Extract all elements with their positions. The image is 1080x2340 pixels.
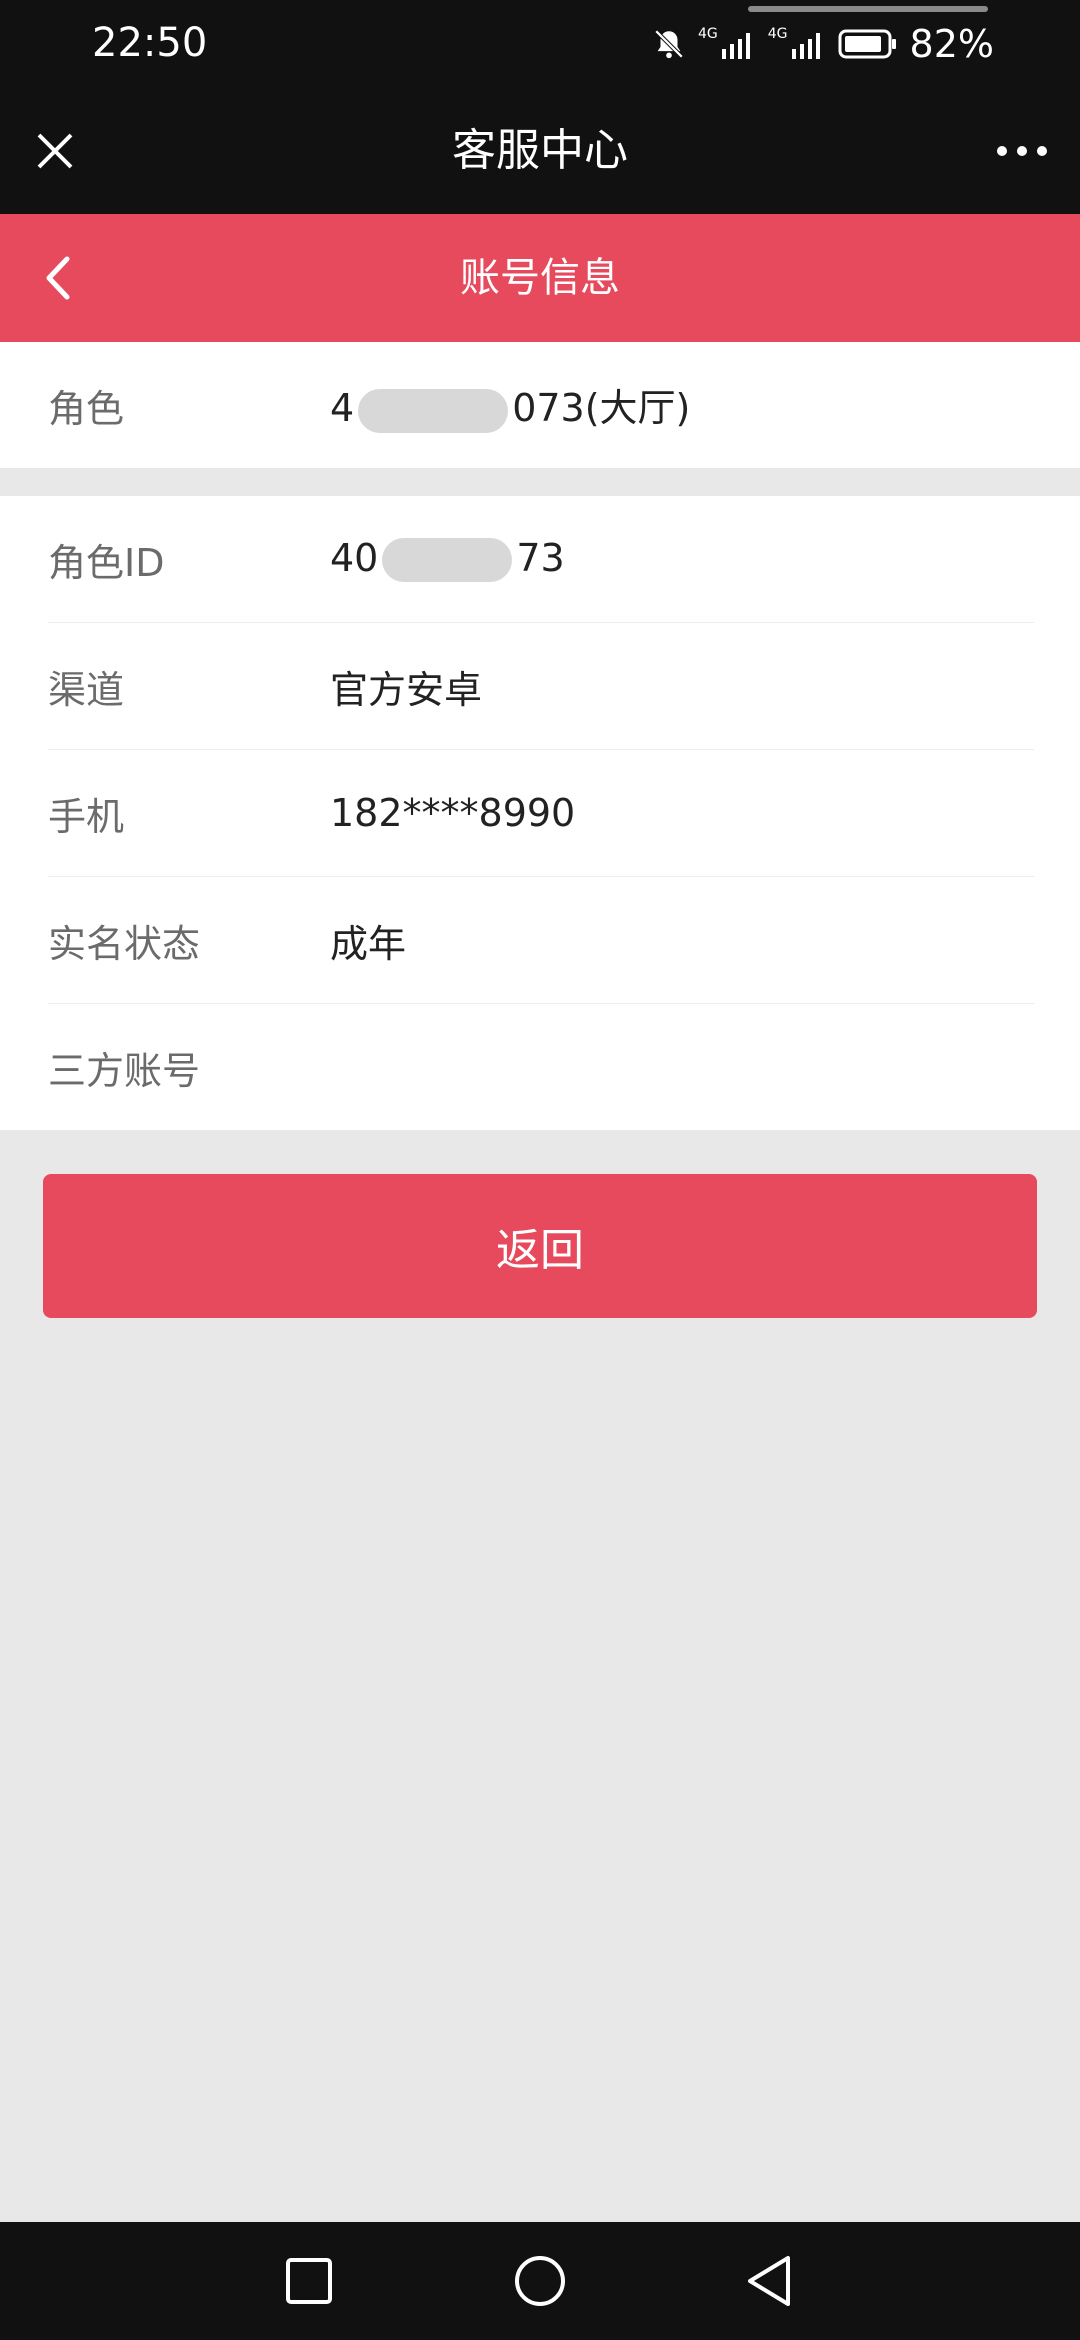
page-title: 账号信息 bbox=[460, 255, 620, 301]
notch-pill bbox=[748, 6, 988, 12]
more-button[interactable] bbox=[990, 124, 1054, 178]
role-value-prefix: 4 bbox=[330, 386, 355, 431]
nav-back-button[interactable] bbox=[736, 2248, 802, 2314]
chevron-left-icon bbox=[46, 256, 70, 300]
page-header: 账号信息 bbox=[0, 214, 1080, 342]
network-type-label: 4G bbox=[698, 26, 718, 42]
info-row-role: 角色 4 073(大厅) bbox=[48, 342, 1034, 468]
status-icons: 4G 4G 82% bbox=[640, 22, 994, 66]
square-icon bbox=[286, 2258, 332, 2304]
triangle-back-icon bbox=[748, 2256, 790, 2306]
bell-off-icon bbox=[652, 27, 686, 61]
details-section: 角色ID 40 73 渠道 官方安卓 手机 182****8990 实名状态 成年… bbox=[0, 496, 1080, 1130]
redaction-blur bbox=[358, 388, 509, 433]
phone-label: 手机 bbox=[48, 794, 125, 839]
info-row-role-id: 角色ID 40 73 bbox=[48, 496, 1034, 623]
info-row-channel: 渠道 官方安卓 bbox=[48, 623, 1034, 750]
mini-program-title: 客服中心 bbox=[452, 125, 628, 176]
realname-status-value: 成年 bbox=[330, 921, 407, 966]
info-row-phone: 手机 182****8990 bbox=[48, 750, 1034, 877]
signal-icon: 4G bbox=[698, 26, 756, 59]
back-button[interactable] bbox=[28, 248, 88, 308]
role-value: 4 073(大厅) bbox=[330, 377, 690, 433]
battery-icon bbox=[838, 28, 898, 60]
circle-icon bbox=[515, 2256, 565, 2306]
phone-value: 182****8990 bbox=[330, 791, 576, 835]
role-section: 角色 4 073(大厅) bbox=[0, 342, 1080, 468]
realname-status-label: 实名状态 bbox=[48, 921, 201, 966]
network-type-label: 4G bbox=[767, 26, 788, 42]
redaction-blur bbox=[382, 538, 513, 583]
close-icon bbox=[37, 133, 73, 169]
recents-button[interactable] bbox=[276, 2248, 342, 2314]
third-party-account-label: 三方账号 bbox=[48, 1049, 201, 1093]
info-row-third-party-account: 三方账号 bbox=[48, 1004, 1034, 1131]
role-id-value: 40 73 bbox=[330, 536, 565, 583]
account-info-page: 22:50 4G 4G 82% 客服中心 账号信息 角色 4 073(大厅) 角… bbox=[0, 0, 1080, 2340]
channel-value: 官方安卓 bbox=[330, 667, 483, 712]
signal-icon: 4G bbox=[767, 26, 826, 59]
role-id-label: 角色ID bbox=[48, 540, 165, 585]
role-label: 角色 bbox=[48, 386, 125, 431]
status-time: 22:50 bbox=[92, 20, 208, 66]
status-bar: 22:50 4G 4G 82% bbox=[0, 0, 1080, 88]
role-id-suffix: 73 bbox=[516, 535, 565, 580]
channel-label: 渠道 bbox=[48, 667, 125, 712]
role-value-suffix: 073(大厅) bbox=[512, 386, 691, 431]
more-icon bbox=[997, 146, 1047, 156]
home-button[interactable] bbox=[507, 2248, 573, 2314]
info-row-realname-status: 实名状态 成年 bbox=[48, 877, 1034, 1004]
mini-program-header: 客服中心 bbox=[0, 88, 1080, 214]
close-button[interactable] bbox=[28, 124, 82, 178]
system-nav-bar bbox=[0, 2222, 1080, 2340]
return-button[interactable]: 返回 bbox=[43, 1174, 1037, 1318]
battery-percent: 82% bbox=[909, 22, 994, 66]
role-id-prefix: 40 bbox=[330, 535, 379, 580]
